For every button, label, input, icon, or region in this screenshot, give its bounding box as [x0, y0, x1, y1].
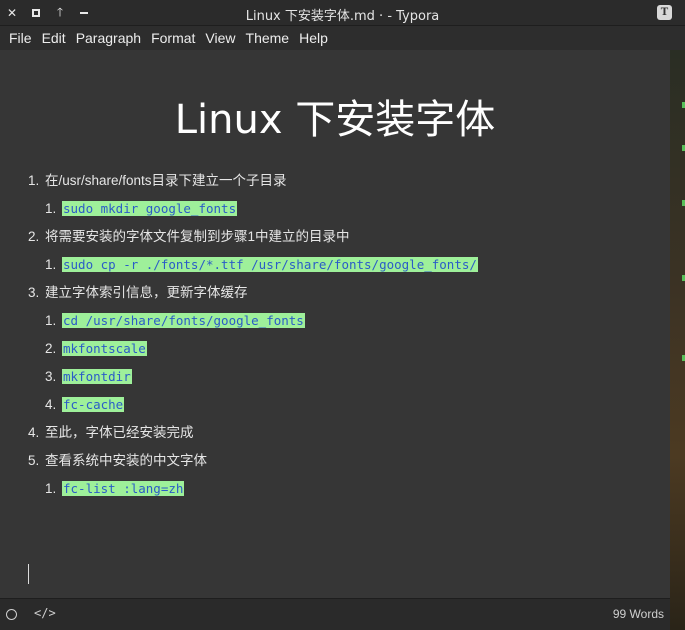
list-item-text: 查看系统中安装的中文字体: [45, 453, 207, 468]
inline-code: sudo cp -r ./fonts/*.ttf /usr/share/font…: [62, 257, 478, 272]
list-item-text: 在/usr/share/fonts目录下建立一个子目录: [45, 173, 287, 188]
list-number: 2.: [28, 229, 40, 244]
list-number: 4.: [45, 397, 57, 412]
list-item[interactable]: 2. 将需要安装的字体文件复制到步骤1中建立的目录中: [28, 228, 648, 256]
list-item[interactable]: 1. cd /usr/share/fonts/google_fonts: [28, 312, 648, 340]
list-number: 1.: [45, 257, 57, 272]
inline-code: fc-list :lang=zh: [62, 481, 185, 496]
inline-code: fc-cache: [62, 397, 125, 412]
list-number: 1.: [28, 173, 40, 188]
window-title: Linux 下安装字体.md · - Typora: [245, 9, 440, 24]
document-title[interactable]: Linux 下安装字体: [0, 87, 670, 145]
list-item-text: 至此，字体已经安装完成: [45, 425, 194, 440]
list-number: 4.: [28, 425, 40, 440]
status-bar: </> 99 Words: [0, 598, 670, 630]
list-item[interactable]: 1. 在/usr/share/fonts目录下建立一个子目录: [28, 172, 648, 200]
menu-theme[interactable]: Theme: [241, 30, 295, 46]
menu-file[interactable]: File: [4, 30, 37, 46]
list-number: 3.: [28, 285, 40, 300]
text-cursor: [28, 564, 29, 584]
menu-paragraph[interactable]: Paragraph: [71, 30, 146, 46]
steps-list: 1. 在/usr/share/fonts目录下建立一个子目录 1. sudo m…: [28, 172, 648, 508]
inline-code: cd /usr/share/fonts/google_fonts: [62, 313, 305, 328]
list-number: 1.: [45, 201, 57, 216]
list-item[interactable]: 1. sudo mkdir google_fonts: [28, 200, 648, 228]
list-item[interactable]: 3. 建立字体索引信息，更新字体缓存: [28, 284, 648, 312]
menu-help[interactable]: Help: [294, 30, 333, 46]
list-number: 5.: [28, 453, 40, 468]
inline-code: mkfontscale: [62, 341, 147, 356]
menu-view[interactable]: View: [200, 30, 240, 46]
inline-code: mkfontdir: [62, 369, 132, 384]
background-window-edge: [670, 50, 685, 630]
list-item-text: 将需要安装的字体文件复制到步骤1中建立的目录中: [45, 229, 350, 244]
list-number: 1.: [45, 481, 57, 496]
list-item[interactable]: 4. 至此，字体已经安装完成: [28, 424, 648, 452]
list-number: 2.: [45, 341, 57, 356]
list-item[interactable]: 1. fc-list :lang=zh: [28, 480, 648, 508]
list-item[interactable]: 5. 查看系统中安装的中文字体: [28, 452, 648, 480]
list-number: 1.: [45, 313, 57, 328]
menu-format[interactable]: Format: [146, 30, 200, 46]
outline-toggle-icon[interactable]: [6, 609, 17, 620]
list-item[interactable]: 4. fc-cache: [28, 396, 648, 424]
list-item[interactable]: 1. sudo cp -r ./fonts/*.ttf /usr/share/f…: [28, 256, 648, 284]
menu-edit[interactable]: Edit: [37, 30, 71, 46]
typora-app-icon: T: [657, 5, 672, 20]
list-item[interactable]: 2. mkfontscale: [28, 340, 648, 368]
word-count[interactable]: 99 Words: [613, 607, 664, 621]
list-item-text: 建立字体索引信息，更新字体缓存: [45, 285, 248, 300]
inline-code: sudo mkdir google_fonts: [62, 201, 238, 216]
menu-bar: File Edit Paragraph Format View Theme He…: [0, 26, 685, 50]
source-mode-button[interactable]: </>: [34, 606, 56, 620]
list-item[interactable]: 3. mkfontdir: [28, 368, 648, 396]
list-number: 3.: [45, 369, 57, 384]
title-bar: ✕ 🡑 Linux 下安装字体.md · - Typora T: [0, 0, 685, 26]
